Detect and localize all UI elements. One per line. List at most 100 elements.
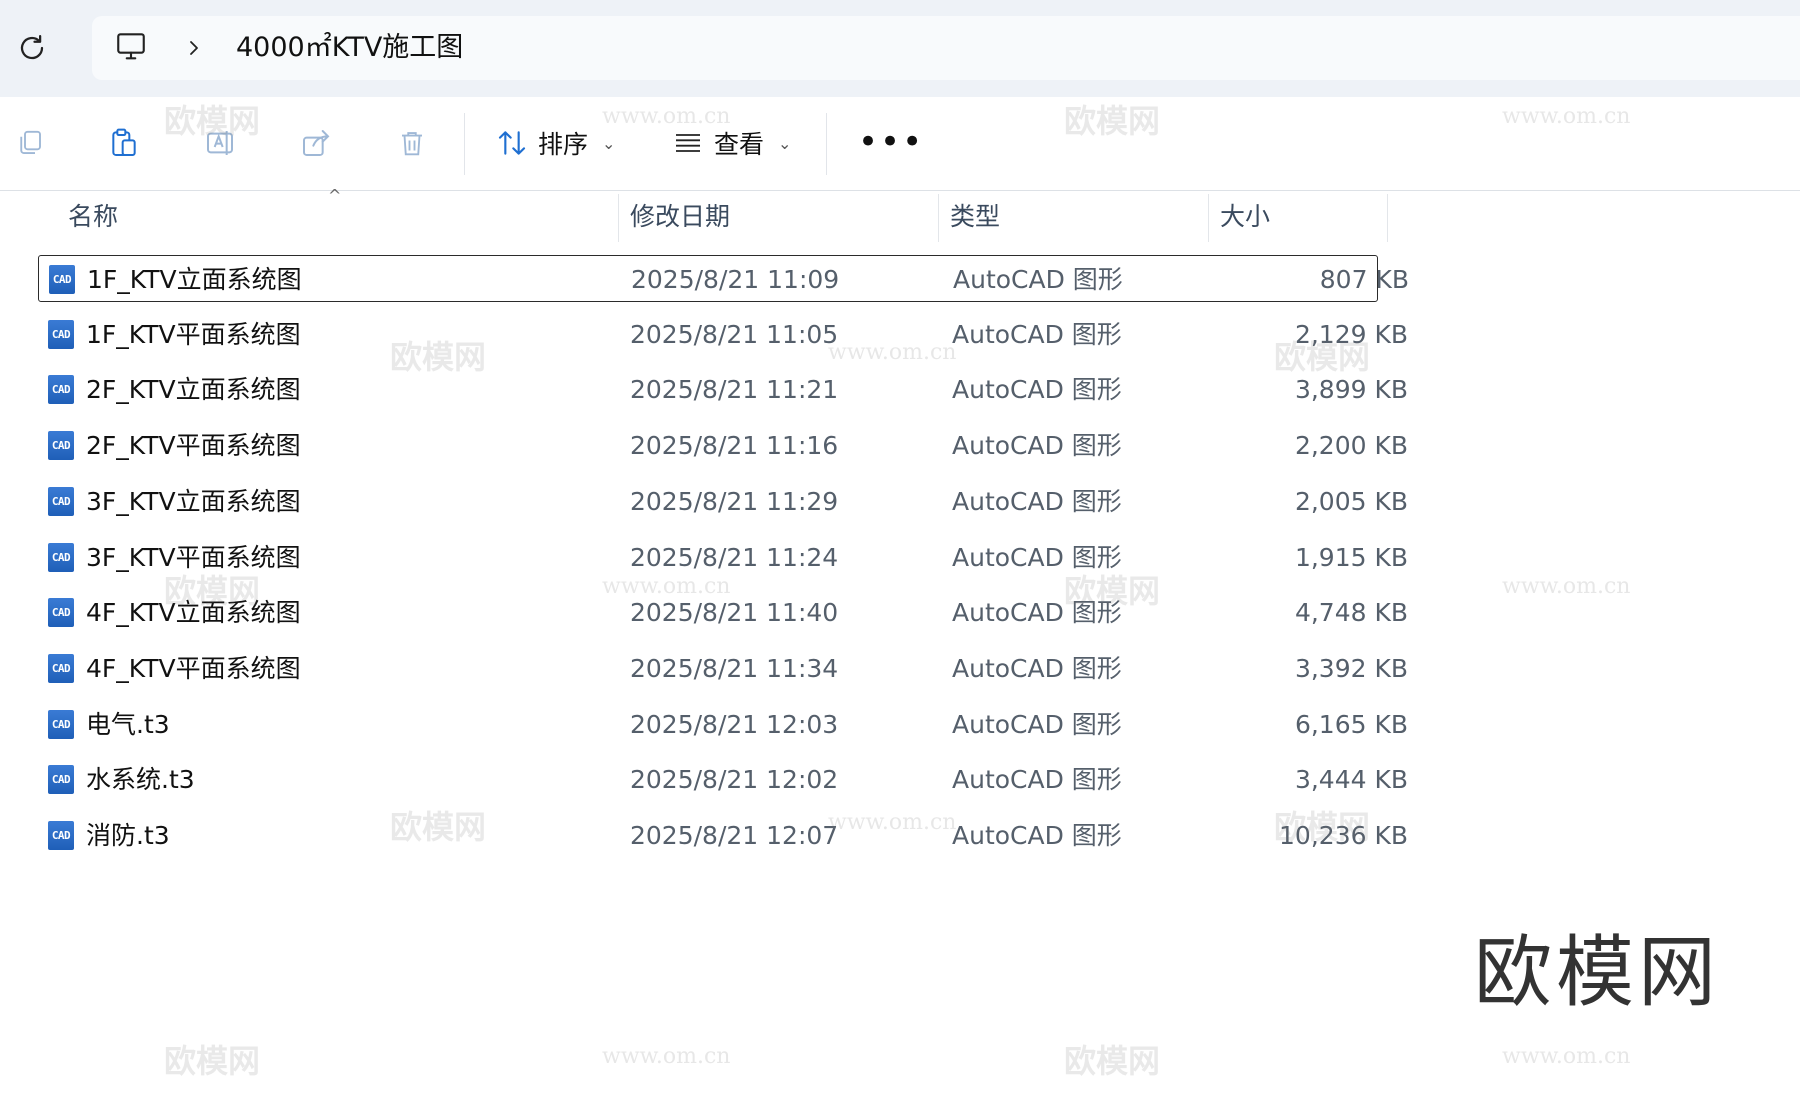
file-size: 2,005 KB bbox=[1294, 486, 1408, 516]
watermark-logo: 欧模网 bbox=[1064, 1042, 1161, 1080]
chevron-down-icon: ⌄ bbox=[602, 133, 616, 153]
file-modified-date: 2025/8/21 11:40 bbox=[630, 598, 839, 628]
file-modified-date: 2025/8/21 11:05 bbox=[630, 319, 839, 349]
watermark-url: www.om.cn bbox=[602, 1044, 731, 1069]
file-row[interactable]: CAD 3F_KTV立面系统图 2025/8/21 11:29 AutoCAD 图形 2… bbox=[38, 478, 1408, 525]
file-type: AutoCAD 图形 bbox=[952, 486, 1122, 516]
watermark-logo: 欧模网 bbox=[164, 1042, 261, 1080]
file-size: 3,444 KB bbox=[1294, 765, 1408, 795]
file-type: AutoCAD 图形 bbox=[952, 653, 1122, 683]
file-name: 4F_KTV立面系统图 bbox=[86, 598, 301, 628]
trash-icon bbox=[402, 132, 422, 156]
view-list-icon bbox=[676, 134, 700, 152]
breadcrumb-current-folder[interactable]: 4000㎡KTV施工图 bbox=[236, 16, 463, 80]
copy-icon bbox=[20, 130, 41, 154]
paste-button[interactable] bbox=[102, 121, 146, 165]
watermark-url: www.om.cn bbox=[1502, 574, 1631, 599]
command-bar: 排序 ⌄ 查看 ⌄ ••• bbox=[0, 97, 1800, 191]
file-name: 3F_KTV平面系统图 bbox=[86, 542, 301, 572]
file-size: 2,200 KB bbox=[1294, 431, 1408, 461]
file-name: 4F_KTV平面系统图 bbox=[86, 653, 301, 683]
file-name: 消防.t3 bbox=[86, 821, 170, 850]
file-size: 6,165 KB bbox=[1294, 709, 1408, 739]
view-button[interactable]: 查看 ⌄ bbox=[672, 119, 791, 167]
more-options-button[interactable]: ••• bbox=[858, 125, 924, 159]
monitor-icon bbox=[117, 33, 145, 60]
chevron-right-icon[interactable] bbox=[182, 34, 206, 62]
cad-file-icon: CAD bbox=[48, 431, 74, 461]
cad-file-icon: CAD bbox=[48, 319, 74, 349]
file-size: 4,748 KB bbox=[1294, 598, 1408, 628]
file-type: AutoCAD 图形 bbox=[952, 765, 1122, 795]
view-label: 查看 bbox=[714, 130, 765, 159]
rename-button[interactable] bbox=[198, 121, 242, 165]
share-button[interactable] bbox=[294, 121, 338, 165]
file-modified-date: 2025/8/21 11:21 bbox=[630, 375, 839, 405]
refresh-button[interactable] bbox=[12, 28, 52, 68]
file-modified-date: 2025/8/21 12:02 bbox=[630, 765, 839, 795]
paste-icon bbox=[112, 128, 136, 156]
file-name: 3F_KTV立面系统图 bbox=[86, 486, 301, 516]
site-logo-watermark: 欧模网 bbox=[1474, 928, 1721, 1018]
cad-file-icon: CAD bbox=[48, 486, 74, 516]
file-type: AutoCAD 图形 bbox=[952, 821, 1122, 850]
file-row[interactable]: CAD 电气.t3 2025/8/21 12:03 AutoCAD 图形 6,165 K… bbox=[38, 701, 1408, 748]
cad-file-icon: CAD bbox=[49, 265, 75, 294]
file-name: 水系统.t3 bbox=[86, 765, 195, 795]
file-row[interactable]: CAD 4F_KTV立面系统图 2025/8/21 11:40 AutoCAD 图形 4… bbox=[38, 589, 1408, 636]
delete-button[interactable] bbox=[390, 121, 434, 165]
sort-icon bbox=[498, 131, 526, 155]
address-bar-area: 4000㎡KTV施工图 bbox=[0, 0, 1800, 98]
cad-file-icon: CAD bbox=[48, 653, 74, 683]
file-type: AutoCAD 图形 bbox=[952, 319, 1122, 349]
toolbar-divider bbox=[464, 113, 465, 175]
column-header-name[interactable]: 名称 bbox=[56, 192, 618, 242]
cad-file-icon: CAD bbox=[48, 765, 74, 795]
file-modified-date: 2025/8/21 11:09 bbox=[631, 265, 840, 294]
file-modified-date: 2025/8/21 12:03 bbox=[630, 709, 839, 739]
file-name: 电气.t3 bbox=[86, 709, 170, 739]
cad-file-icon: CAD bbox=[48, 598, 74, 628]
file-size: 1,915 KB bbox=[1294, 542, 1408, 572]
file-size: 3,392 KB bbox=[1294, 653, 1408, 683]
column-divider[interactable] bbox=[1387, 194, 1388, 242]
watermark-url: www.om.cn bbox=[1502, 1044, 1631, 1069]
file-type: AutoCAD 图形 bbox=[952, 709, 1122, 739]
file-row[interactable]: CAD 4F_KTV平面系统图 2025/8/21 11:34 AutoCAD 图形 3… bbox=[38, 645, 1408, 692]
column-header-type[interactable]: 类型 bbox=[938, 192, 1208, 242]
file-row[interactable]: CAD 3F_KTV平面系统图 2025/8/21 11:24 AutoCAD 图形 1… bbox=[38, 534, 1408, 581]
file-row[interactable]: CAD 2F_KTV立面系统图 2025/8/21 11:21 AutoCAD 图形 3… bbox=[38, 366, 1408, 413]
chevron-down-icon: ⌄ bbox=[778, 133, 792, 153]
column-header-size[interactable]: 大小 bbox=[1208, 192, 1388, 242]
share-icon bbox=[303, 130, 330, 156]
file-name: 1F_KTV立面系统图 bbox=[87, 265, 302, 294]
rename-icon bbox=[207, 131, 233, 155]
file-row[interactable]: CAD 1F_KTV立面系统图 2025/8/21 11:09 AutoCAD 图形 8… bbox=[38, 255, 1409, 302]
file-modified-date: 2025/8/21 11:29 bbox=[630, 486, 839, 516]
file-row[interactable]: CAD 水系统.t3 2025/8/21 12:02 AutoCAD 图形 3,444 … bbox=[38, 756, 1408, 803]
cad-file-icon: CAD bbox=[48, 542, 74, 572]
address-bar[interactable]: 4000㎡KTV施工图 bbox=[92, 16, 1800, 80]
sort-label: 排序 bbox=[538, 130, 589, 159]
column-header-date[interactable]: 修改日期 bbox=[618, 192, 938, 242]
sort-button[interactable]: 排序 ⌄ bbox=[496, 119, 615, 167]
toolbar-divider bbox=[826, 113, 827, 175]
file-type: AutoCAD 图形 bbox=[952, 598, 1122, 628]
copy-button[interactable] bbox=[8, 121, 52, 165]
file-type: AutoCAD 图形 bbox=[952, 542, 1122, 572]
file-row[interactable]: CAD 1F_KTV平面系统图 2025/8/21 11:05 AutoCAD 图形 2… bbox=[38, 311, 1408, 358]
file-name: 2F_KTV立面系统图 bbox=[86, 375, 301, 405]
file-row[interactable]: CAD 2F_KTV平面系统图 2025/8/21 11:16 AutoCAD 图形 2… bbox=[38, 422, 1408, 469]
refresh-icon bbox=[20, 35, 44, 60]
file-type: AutoCAD 图形 bbox=[952, 431, 1122, 461]
file-name: 1F_KTV平面系统图 bbox=[86, 319, 301, 349]
file-modified-date: 2025/8/21 11:16 bbox=[630, 431, 839, 461]
file-type: AutoCAD 图形 bbox=[953, 265, 1123, 294]
file-size: 807 KB bbox=[1319, 265, 1409, 294]
file-row[interactable]: CAD 消防.t3 2025/8/21 12:07 AutoCAD 图形 10,236 … bbox=[38, 812, 1408, 859]
cad-file-icon: CAD bbox=[48, 709, 74, 739]
file-size: 10,236 KB bbox=[1279, 821, 1408, 850]
file-name: 2F_KTV平面系统图 bbox=[86, 431, 301, 461]
file-modified-date: 2025/8/21 12:07 bbox=[630, 821, 839, 850]
file-size: 3,899 KB bbox=[1294, 375, 1408, 405]
